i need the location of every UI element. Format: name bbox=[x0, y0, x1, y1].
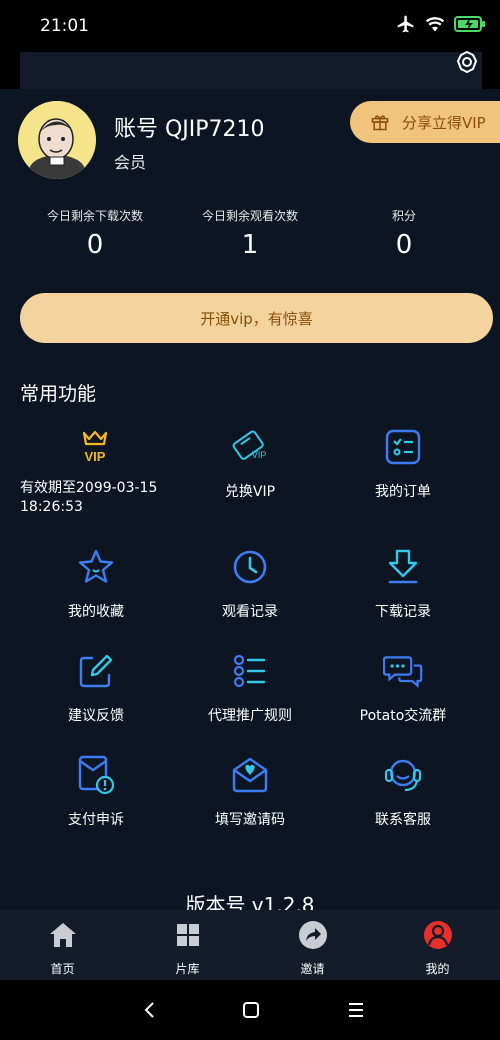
function-download-history[interactable]: 下载记录 bbox=[320, 547, 486, 647]
order-list-icon bbox=[383, 427, 423, 467]
function-label: 我的订单 bbox=[375, 484, 431, 500]
member-status: 会员 bbox=[114, 153, 147, 172]
top-strip bbox=[0, 52, 500, 89]
stat-value: 0 bbox=[395, 230, 413, 260]
function-customer-service[interactable]: 联系客服 bbox=[320, 755, 486, 855]
nav-label: 片库 bbox=[175, 962, 200, 976]
function-agent-rules[interactable]: 代理推广规则 bbox=[167, 651, 333, 751]
payment-appeal-icon bbox=[76, 755, 116, 795]
settings-button[interactable] bbox=[452, 50, 482, 76]
function-label: 下载记录 bbox=[375, 604, 431, 620]
download-icon bbox=[383, 547, 423, 587]
airplane-icon bbox=[397, 15, 414, 33]
stat-value: 1 bbox=[241, 230, 259, 260]
back-button[interactable] bbox=[140, 1000, 160, 1020]
vip-card-icon: VIP bbox=[230, 427, 270, 467]
expiry-time: 18:26:53 bbox=[20, 499, 83, 515]
nav-label: 邀请 bbox=[300, 962, 325, 976]
status-bar: 21:01 bbox=[0, 0, 500, 52]
share-vip-label: 分享立得VIP bbox=[402, 113, 486, 132]
gift-icon bbox=[371, 115, 389, 131]
stat-views: 今日剩余观看次数 1 bbox=[165, 207, 335, 260]
stat-label: 今日剩余观看次数 bbox=[201, 209, 298, 223]
rules-list-icon bbox=[230, 651, 270, 691]
menu-button[interactable] bbox=[346, 1000, 366, 1020]
share-arrow-icon bbox=[298, 920, 328, 950]
share-vip-button[interactable]: 分享立得VIP bbox=[350, 101, 500, 143]
function-redeem-vip[interactable]: VIP 兑换VIP bbox=[167, 427, 333, 527]
profile-page: 账号 QJIP7210 会员 分享立得VIP 今日剩余下载次数 0 今日剩余观看… bbox=[0, 89, 500, 910]
function-label: 支付申诉 bbox=[68, 812, 124, 828]
grid-icon bbox=[173, 920, 203, 950]
section-title: 常用功能 bbox=[20, 383, 97, 405]
home-icon bbox=[48, 920, 78, 950]
function-label: Potato交流群 bbox=[359, 708, 447, 724]
wifi-icon bbox=[425, 17, 445, 32]
home-button[interactable] bbox=[241, 1000, 261, 1020]
function-payment-appeal[interactable]: 支付申诉 bbox=[13, 755, 179, 855]
status-time: 21:01 bbox=[40, 16, 89, 36]
function-potato-group[interactable]: Potato交流群 bbox=[320, 651, 486, 751]
function-vip-expiry[interactable]: VIP 有效期至2099-03-15 18:26:53 bbox=[0, 427, 166, 527]
function-feedback[interactable]: 建议反馈 bbox=[13, 651, 179, 751]
function-my-orders[interactable]: 我的订单 bbox=[320, 427, 486, 527]
clock-icon bbox=[230, 547, 270, 587]
function-label: 兑换VIP bbox=[224, 484, 276, 500]
chat-group-icon bbox=[383, 651, 423, 691]
function-label: 观看记录 bbox=[222, 604, 278, 620]
user-icon bbox=[423, 920, 453, 950]
vip-crown-icon: VIP bbox=[75, 427, 115, 467]
nav-home[interactable]: 首页 bbox=[0, 910, 125, 980]
function-invite-code[interactable]: 填写邀请码 bbox=[167, 755, 333, 855]
nav-mine[interactable]: 我的 bbox=[375, 910, 500, 980]
svg-text:VIP: VIP bbox=[252, 450, 267, 460]
svg-text:VIP: VIP bbox=[85, 449, 106, 464]
stat-value: 0 bbox=[86, 230, 104, 260]
stats-row: 今日剩余下载次数 0 今日剩余观看次数 1 积分 0 bbox=[0, 207, 500, 267]
square-icon bbox=[243, 1002, 259, 1018]
menu-icon bbox=[349, 1003, 363, 1017]
avatar-image bbox=[18, 101, 96, 179]
function-watch-history[interactable]: 观看记录 bbox=[167, 547, 333, 647]
back-icon bbox=[144, 1002, 154, 1018]
function-label: 联系客服 bbox=[375, 812, 431, 828]
nav-library[interactable]: 片库 bbox=[125, 910, 250, 980]
function-label: 建议反馈 bbox=[68, 708, 124, 724]
bottom-nav: 首页 片库 邀请 我的 bbox=[0, 910, 500, 980]
star-icon bbox=[76, 547, 116, 587]
battery-charging-icon bbox=[454, 16, 485, 32]
function-label: 代理推广规则 bbox=[208, 708, 292, 724]
headset-icon bbox=[383, 755, 423, 795]
edit-icon bbox=[76, 651, 116, 691]
nav-invite[interactable]: 邀请 bbox=[250, 910, 375, 980]
function-label: 填写邀请码 bbox=[215, 812, 285, 828]
function-favorites[interactable]: 我的收藏 bbox=[13, 547, 179, 647]
expiry-date: 有效期至2099-03-15 bbox=[20, 480, 158, 496]
gear-icon bbox=[456, 50, 478, 74]
account-id: 账号 QJIP7210 bbox=[114, 117, 265, 142]
version-label: 版本号 v1.2.8 bbox=[185, 893, 315, 910]
nav-label: 我的 bbox=[425, 962, 450, 976]
system-nav-bar bbox=[0, 980, 500, 1040]
function-label: 有效期至2099-03-15 18:26:53 bbox=[20, 479, 157, 517]
stat-label: 今日剩余下载次数 bbox=[46, 209, 143, 223]
function-label: 我的收藏 bbox=[68, 604, 124, 620]
nav-label: 首页 bbox=[50, 962, 75, 976]
open-vip-banner[interactable]: 开通vip，有惊喜 bbox=[20, 293, 493, 343]
invite-mail-icon bbox=[230, 755, 270, 795]
stat-label: 积分 bbox=[391, 209, 416, 223]
status-icons bbox=[396, 14, 486, 34]
stat-points: 积分 0 bbox=[319, 207, 489, 260]
avatar[interactable] bbox=[18, 101, 96, 179]
stat-downloads: 今日剩余下载次数 0 bbox=[10, 207, 180, 260]
